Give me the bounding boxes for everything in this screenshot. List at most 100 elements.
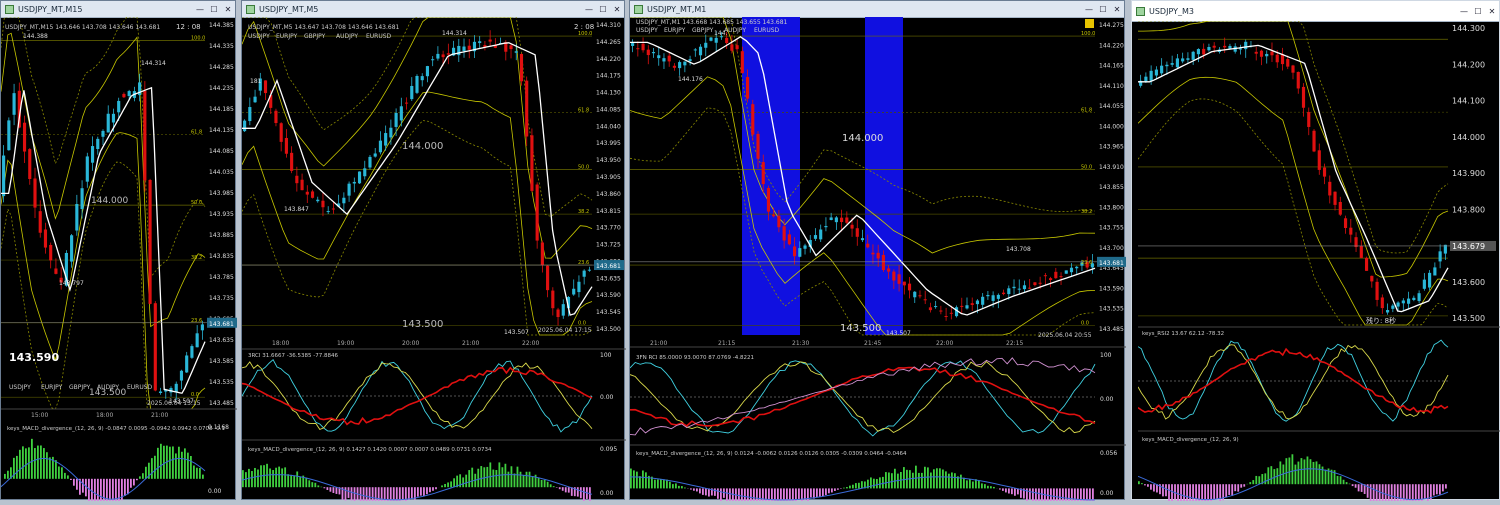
macd-histogram-bar	[750, 488, 752, 501]
fib-label: 38.2	[578, 209, 589, 215]
macd-histogram-bar	[187, 453, 189, 479]
chart-window-m3[interactable]: USDJPY_M3 — ☐ ✕ 144.300144.200144.100144…	[1131, 0, 1500, 500]
symbol-gbpjpy[interactable]: GBPJPY	[304, 33, 326, 40]
symbol-list[interactable]: USDJPY EURJPY GBPJPY AUDJPY EURUSD	[636, 27, 780, 34]
candle-bull	[1165, 65, 1168, 66]
window-titlebar[interactable]: USDJPY_MT,M1 — ☐ ✕	[630, 1, 1124, 18]
close-icon[interactable]: ✕	[221, 5, 235, 14]
maximize-icon[interactable]: ☐	[1471, 7, 1485, 16]
candle-bear	[520, 54, 523, 81]
price-chart[interactable]: 144.310144.265144.220144.175144.130144.0…	[242, 17, 624, 499]
close-icon[interactable]: ✕	[1110, 5, 1124, 14]
window-titlebar[interactable]: USDJPY_MT,M5 — ☐ ✕	[242, 1, 624, 18]
symbol-gbpjpy[interactable]: GBPJPY	[69, 384, 91, 391]
chart-window-m15[interactable]: USDJPY_MT,M15 — ☐ ✕ 144.385144.335144.28…	[0, 0, 236, 500]
macd-histogram-bar	[657, 480, 659, 489]
macd-histogram-bar	[1436, 484, 1438, 494]
candle-bull	[421, 76, 424, 80]
fib-label: 50.0	[1081, 165, 1092, 171]
candle-bull	[824, 226, 827, 227]
candle-bull	[1386, 310, 1389, 312]
macd-histogram-bar	[1138, 481, 1140, 484]
chart-window-m5[interactable]: USDJPY_MT,M5 — ☐ ✕ 144.310144.265144.220…	[241, 0, 625, 500]
candle-bear	[866, 244, 869, 248]
macd-histogram-bar	[432, 487, 434, 491]
symbol-eurjpy[interactable]: EURJPY	[664, 27, 686, 34]
macd-histogram-bar	[345, 487, 347, 500]
chart-canvas[interactable]: 144.275144.220144.165144.110144.055144.0…	[630, 17, 1126, 501]
chart-canvas[interactable]: 144.385144.335144.285144.235144.185144.1…	[1, 17, 237, 501]
macd-histogram-bar	[738, 488, 740, 501]
macd-histogram-bar	[1325, 470, 1327, 485]
price-scale-label: 143.950	[596, 157, 621, 164]
candle-bear	[767, 188, 770, 212]
candle-bear	[918, 295, 921, 296]
swing-label-low: 143.507	[886, 330, 911, 337]
price-chart[interactable]: 144.385144.335144.285144.235144.185144.1…	[1, 17, 235, 499]
macd-histogram-bar	[843, 488, 845, 489]
fib-label: 50.0	[191, 200, 202, 206]
candle-bull	[515, 51, 518, 52]
candle-bull	[1007, 288, 1010, 294]
clock-label: 12 : 08	[176, 23, 201, 31]
macd-histogram-bar	[1267, 467, 1269, 484]
symbol-eurjpy[interactable]: EURJPY	[276, 33, 298, 40]
price-chart[interactable]: 144.300144.200144.100144.000143.900143.8…	[1138, 21, 1499, 499]
close-icon[interactable]: ✕	[1485, 7, 1499, 16]
symbol-audjpy[interactable]: AUDJPY	[336, 33, 358, 40]
macd-histogram-bar	[429, 487, 431, 492]
symbol-gbpjpy[interactable]: GBPJPY	[692, 27, 714, 34]
macd-histogram-bar	[1373, 484, 1375, 501]
symbol-eurjpy[interactable]: EURJPY	[41, 384, 63, 391]
swing-label-2: 144.314	[141, 60, 166, 67]
candle-bull	[1433, 267, 1436, 275]
chart-canvas[interactable]: 144.310144.265144.220144.175144.130144.0…	[242, 17, 626, 501]
maximize-icon[interactable]: ☐	[596, 5, 610, 14]
candle-bear	[793, 246, 796, 256]
price-chart[interactable]: 144.275144.220144.165144.110144.055144.0…	[630, 17, 1124, 499]
symbol-audjpy[interactable]: AUDJPY	[97, 384, 119, 391]
candle-bear	[850, 225, 853, 229]
symbol-list[interactable]: USDJPY EURJPY GBPJPY AUDJPY EURUSD	[9, 384, 153, 391]
symbol-usdjpy[interactable]: USDJPY	[9, 384, 31, 391]
maximize-icon[interactable]: ☐	[207, 5, 221, 14]
maximize-icon[interactable]: ☐	[1096, 5, 1110, 14]
candle-bear	[945, 316, 948, 317]
macd-histogram-bar	[777, 488, 779, 501]
macd-histogram-bar	[423, 487, 425, 496]
symbol-eurusd[interactable]: EURUSD	[754, 27, 780, 34]
candle-bear	[1054, 272, 1057, 278]
candle-bull	[462, 47, 465, 51]
macd-histogram-bar	[1216, 484, 1218, 499]
chart-header: USDJPY_MT,M15 143.646 143.708 143.646 14…	[5, 24, 160, 31]
rsi-label: keys_RSI2 13.67 62.12 -78.32	[1142, 331, 1224, 337]
candle-bull	[1023, 285, 1026, 289]
window-titlebar[interactable]: USDJPY_MT,M15 — ☐ ✕	[1, 1, 235, 18]
candle-bear	[1286, 59, 1289, 67]
macd-histogram-bar	[1279, 461, 1281, 484]
symbol-list[interactable]: USDJPY EURJPY GBPJPY AUDJPY EURUSD	[248, 33, 392, 40]
symbol-usdjpy[interactable]: USDJPY	[636, 27, 658, 34]
symbol-usdjpy[interactable]: USDJPY	[248, 33, 270, 40]
alert-flag-icon[interactable]	[1085, 19, 1094, 28]
window-titlebar[interactable]: USDJPY_M3 — ☐ ✕	[1132, 1, 1499, 22]
minimize-icon[interactable]: —	[1457, 7, 1471, 16]
price-scale-label: 144.085	[209, 148, 234, 155]
minimize-icon[interactable]: —	[193, 5, 207, 14]
macd-histogram-bar	[1032, 488, 1034, 501]
symbol-eurusd[interactable]: EURUSD	[366, 33, 392, 40]
price-scale-label: 144.285	[209, 64, 234, 71]
minimize-icon[interactable]: —	[1082, 5, 1096, 14]
candle-bear	[772, 215, 775, 217]
minimize-icon[interactable]: —	[582, 5, 596, 14]
macd-histogram-bar	[1059, 488, 1061, 501]
close-icon[interactable]: ✕	[610, 5, 624, 14]
symbol-eurusd[interactable]: EURUSD	[127, 384, 153, 391]
macd-histogram-bar	[333, 487, 335, 493]
chart-window-m1[interactable]: USDJPY_MT,M1 — ☐ ✕ 144.275144.220144.165…	[629, 0, 1125, 500]
candle-bear	[1365, 258, 1368, 271]
macd-histogram-bar	[1291, 454, 1293, 484]
macd-histogram-bar	[936, 468, 938, 488]
price-scale-label: 143.965	[1099, 144, 1124, 151]
chart-canvas[interactable]: 144.300144.200144.100144.000143.900143.8…	[1138, 21, 1500, 501]
